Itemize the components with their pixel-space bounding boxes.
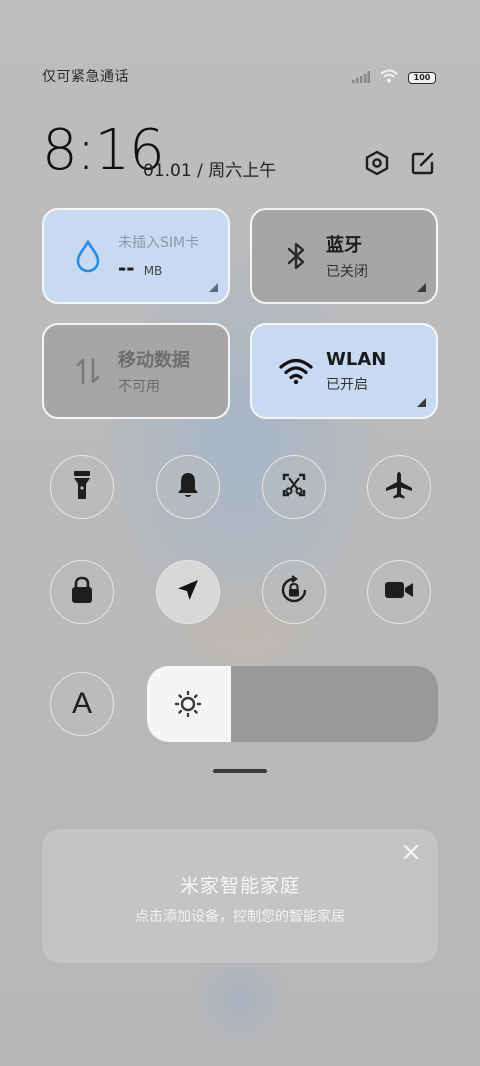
expand-corner-icon [417,398,426,407]
rotation-lock-toggle[interactable] [262,560,326,624]
silent-toggle[interactable] [156,455,220,519]
smart-home-card[interactable]: 米家智能家庭 点击添加设备，控制您的智能家居 [42,829,438,963]
bell-icon [175,471,201,503]
expand-corner-icon [417,283,426,292]
settings-hexagon-icon[interactable] [362,148,392,178]
smart-home-title: 米家智能家庭 [179,875,300,897]
bluetooth-status: 已关闭 [326,264,368,280]
brightness-icon [172,686,204,726]
data-usage-tile[interactable]: 未插入SIM卡 -- MB [42,208,230,304]
wlan-tile[interactable]: WLAN 已开启 [250,323,438,419]
flashlight-icon [71,470,93,504]
airplane-icon [384,470,414,504]
edit-icon[interactable] [408,148,438,178]
battery-icon: 100 [408,71,436,84]
mobile-data-tile[interactable]: 移动数据 不可用 [42,323,230,419]
brightness-slider[interactable] [147,666,438,742]
screenshot-icon [280,471,308,503]
data-usage-unit: MB [143,264,163,278]
location-icon [175,577,201,607]
screen-record-toggle[interactable] [367,560,431,624]
status-icons: 100 [352,68,436,87]
bluetooth-icon [274,234,318,278]
font-size-label: A [71,687,92,720]
water-drop-icon [66,234,110,278]
mobile-data-status: 不可用 [118,379,160,395]
font-size-toggle[interactable]: A [50,672,114,736]
mobile-data-icon [66,349,110,393]
flashlight-toggle[interactable] [50,455,114,519]
lock-icon [70,576,94,608]
screenshot-toggle[interactable] [262,455,326,519]
smart-home-subtitle: 点击添加设备，控制您的智能家居 [135,909,345,925]
close-icon[interactable] [400,841,422,863]
drag-handle[interactable] [213,769,267,773]
wlan-title: WLAN [326,348,387,370]
carrier-status: 仅可紧急通话 [42,69,129,85]
location-toggle[interactable] [156,560,220,624]
screen-record-icon [384,579,414,605]
wifi-icon [274,349,318,393]
rotation-lock-icon [278,574,310,610]
mobile-data-title: 移动数据 [118,350,190,371]
data-usage-value: -- [118,256,135,280]
wlan-status: 已开启 [326,376,368,393]
wifi-icon [380,68,398,87]
bluetooth-tile[interactable]: 蓝牙 已关闭 [250,208,438,304]
expand-corner-icon [209,283,218,292]
signal-icon [352,68,370,87]
bluetooth-title: 蓝牙 [326,235,362,256]
date: 01.01 / 周六上午 [143,161,277,181]
airplane-toggle[interactable] [367,455,431,519]
lock-screen-toggle[interactable] [50,560,114,624]
data-usage-title: 未插入SIM卡 [118,235,200,251]
